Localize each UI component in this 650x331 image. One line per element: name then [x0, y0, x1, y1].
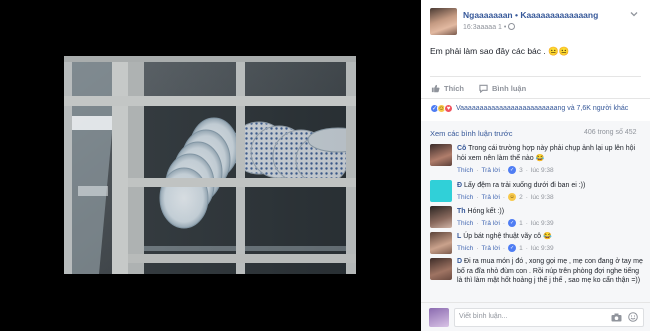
- love-reaction-icon: ♥: [444, 104, 453, 113]
- comment-reply-link[interactable]: Trả lời: [481, 220, 499, 227]
- comment-reaction-count[interactable]: 1: [519, 245, 523, 252]
- comment-reaction-count[interactable]: 3: [519, 167, 523, 174]
- comment-meta: Thích · Trả lời · ✓ 1 · lúc 9:39: [457, 219, 554, 227]
- comment-body: Đi ra mua món j đó , xong gọi mẹ , mẹ co…: [457, 258, 643, 284]
- divider: [430, 76, 641, 77]
- comment-avatar[interactable]: [430, 258, 452, 280]
- comment-text: Th Hóng kết :)): [457, 207, 645, 217]
- comment-avatar[interactable]: [430, 232, 452, 254]
- comment-label: Bình luận: [492, 84, 527, 93]
- globe-icon: [508, 23, 516, 30]
- post-caption: Em phải làm sao đây các bác . 😐😐: [430, 46, 570, 56]
- comments-count: 406 trong số 452: [584, 129, 637, 136]
- comment-avatar[interactable]: [430, 206, 452, 228]
- comment-button[interactable]: Bình luận: [479, 84, 527, 94]
- comment-body: Hóng kết :)): [465, 208, 505, 215]
- comment-reaction-count[interactable]: 1: [519, 220, 523, 227]
- reactions-text: Vaaaaaaaaaaaaaaaaaaaaaaaaang và 7,6K ngư…: [456, 105, 629, 112]
- smile-icon[interactable]: [628, 312, 638, 322]
- comment-time[interactable]: lúc 9:39: [531, 220, 554, 227]
- like-reaction-icon: ✓: [508, 244, 517, 252]
- comment-like-link[interactable]: Thích: [457, 220, 473, 227]
- current-user-avatar: [429, 308, 449, 327]
- comment-meta: Thích · Trả lời · ✓ 1 · lúc 9:39: [457, 244, 554, 252]
- comment-time[interactable]: lúc 9:38: [531, 194, 554, 201]
- photo-viewer: Ngaaaaaaan • Kaaaaaaaaaaaaang 16:3aaaaa …: [0, 0, 650, 331]
- comment-reply-link[interactable]: Trả lời: [481, 245, 499, 252]
- comment-reply-link[interactable]: Trả lời: [481, 194, 499, 201]
- author-avatar[interactable]: [430, 8, 457, 35]
- comment-reply-link[interactable]: Trả lời: [481, 167, 499, 174]
- comment-time[interactable]: lúc 9:39: [531, 245, 554, 252]
- comment-meta: Thích · Trả lời · ✓ 3 · lúc 9:38: [457, 166, 554, 174]
- comment-time[interactable]: lúc 9:38: [531, 167, 554, 174]
- reactions-summary[interactable]: ✓ ☺ ♥ Vaaaaaaaaaaaaaaaaaaaaaaaaang và 7,…: [430, 104, 628, 113]
- divider: [421, 98, 650, 99]
- post-side-panel: Ngaaaaaaan • Kaaaaaaaaaaaaang 16:3aaaaa …: [421, 0, 650, 331]
- comment-text: L Úp bát nghệ thuật vãy cô 😂: [457, 232, 645, 242]
- comment-body: Úp bát nghệ thuật vãy cô 😂: [461, 233, 552, 240]
- post-timestamp[interactable]: 16:3aaaaa 1 •: [463, 23, 516, 31]
- comment-like-link[interactable]: Thích: [457, 245, 473, 252]
- comment-body: Lấy đệm ra trải xuống dưới đi ban ei :)): [462, 182, 586, 189]
- comment-author[interactable]: Cô: [457, 145, 466, 152]
- comment-text: D Đi ra mua món j đó , xong gọi mẹ , mẹ …: [457, 257, 645, 286]
- comment-body: Trong cái trường hợp này phải chụp ảnh l…: [457, 145, 636, 162]
- comment-like-link[interactable]: Thích: [457, 167, 473, 174]
- comment-avatar[interactable]: [430, 180, 452, 202]
- comment-icon: [479, 84, 488, 94]
- comment-text: Đ Lấy đệm ra trải xuống dưới đi ban ei :…: [457, 181, 645, 191]
- like-label: Thích: [444, 84, 464, 93]
- thumbs-up-icon: [431, 84, 440, 93]
- comment-text: Cô Trong cái trường hợp này phải chụp ản…: [457, 144, 645, 163]
- camera-icon[interactable]: [611, 313, 622, 322]
- like-reaction-icon: ✓: [508, 166, 517, 174]
- photo-stage: [0, 0, 421, 331]
- chevron-down-icon[interactable]: [628, 9, 640, 21]
- comment-author[interactable]: Th: [457, 208, 466, 215]
- comment-meta: Thích · Trả lời · ☺ 2 · lúc 9:38: [457, 193, 554, 201]
- comment-reaction-count[interactable]: 2: [519, 194, 523, 201]
- like-reaction-icon: ✓: [508, 219, 517, 227]
- author-name[interactable]: Ngaaaaaaan • Kaaaaaaaaaaaaang: [463, 10, 598, 20]
- post-time-text: 16:3aaaaa 1 •: [463, 24, 509, 31]
- comment-input-placeholder: Viết bình luận...: [459, 313, 508, 320]
- comment-avatar[interactable]: [430, 144, 452, 166]
- post-photo[interactable]: [64, 56, 356, 274]
- comment-like-link[interactable]: Thích: [457, 194, 473, 201]
- view-previous-comments-link[interactable]: Xem các bình luận trước: [430, 129, 512, 138]
- divider: [421, 302, 650, 303]
- like-button[interactable]: Thích: [431, 84, 464, 93]
- haha-reaction-icon: ☺: [508, 193, 517, 201]
